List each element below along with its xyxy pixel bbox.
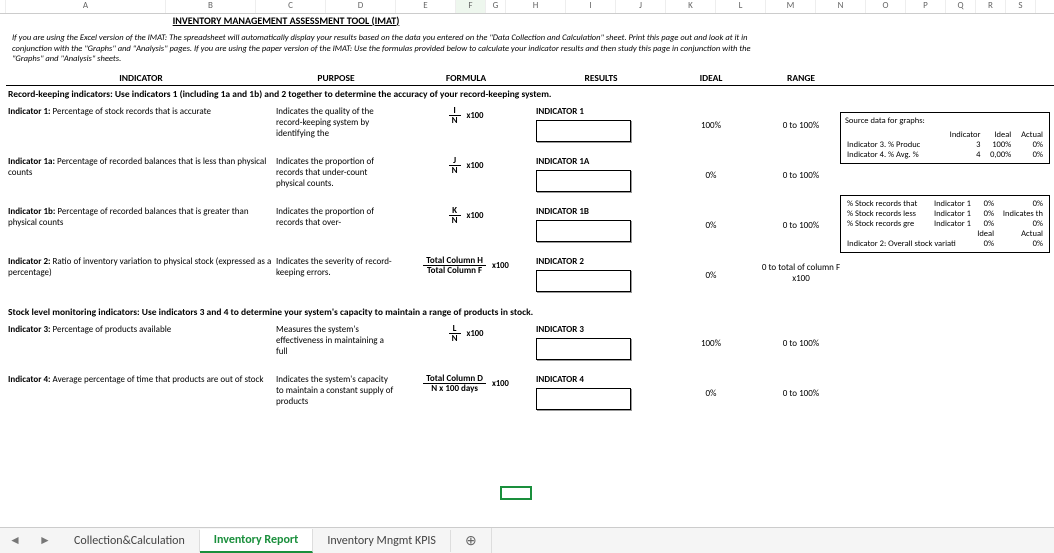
ind1-label: Indicator 1: (8, 106, 51, 117)
ind1b-purpose: Indicates the proportion of records that… (276, 206, 396, 228)
ind2-result-box[interactable] (536, 270, 631, 292)
intro-text: If you are using the Excel version of th… (12, 33, 772, 65)
table-row: Indicator 4. % Avg. %40,00%0% (845, 150, 1045, 160)
col-E[interactable]: E (396, 0, 456, 13)
ind1a-label: Indicator 1a: (8, 156, 55, 167)
col-A[interactable]: A (6, 0, 166, 13)
ind1-formula: IN x100 (396, 106, 536, 126)
ind3-formula: LN x100 (396, 324, 536, 344)
table-row: % Stock records lessIndicator 10%Indicat… (845, 209, 1045, 219)
table-row: % Stock records greIndicator 10%0% (845, 219, 1045, 229)
tab-collection[interactable]: Collection&Calculation (60, 530, 200, 552)
col-M[interactable]: M (766, 0, 816, 13)
col-K[interactable]: K (666, 0, 716, 13)
ind1b-ideal: 0% (666, 206, 756, 231)
col-L[interactable]: L (716, 0, 766, 13)
table-row: % Stock records thatIndicator 10%0% (845, 199, 1045, 209)
ind1a-purpose: Indicates the proportion of records that… (276, 156, 396, 189)
section-recordkeeping: Record-keeping indicators: Use indicator… (8, 88, 1054, 100)
ind1a-result-label: INDICATOR 1A (536, 156, 666, 167)
col-G[interactable]: G (486, 0, 506, 13)
ind1b-label: Indicator 1b: (8, 206, 55, 217)
row-indicator-4: Indicator 4: Average percentage of time … (6, 374, 1054, 410)
ind3-desc: Percentage of products available (51, 324, 172, 335)
hdr-range: RANGE (756, 71, 846, 85)
ind1b-result-label: INDICATOR 1B (536, 206, 666, 217)
ind1a-result-box[interactable] (536, 170, 631, 192)
col-S[interactable]: S (1006, 0, 1036, 13)
tab-nav: ◄ ► (0, 533, 60, 548)
ind3-ideal: 100% (666, 324, 756, 349)
ind1b-formula: KN x100 (396, 206, 536, 226)
ind1-result-label: INDICATOR 1 (536, 106, 666, 117)
ind1a-range: 0 to 100% (756, 156, 846, 181)
ind1-range: 0 to 100% (756, 106, 846, 131)
ind1a-ideal: 0% (666, 156, 756, 181)
section-stocklevel: Stock level monitoring indicators: Use i… (8, 306, 1054, 318)
tab-kpis[interactable]: Inventory Mngmt KPIS (313, 530, 451, 552)
side1-title: Source data for graphs: (845, 116, 1045, 126)
table-row: Indicator 2: Overall stock variati0%0% (845, 239, 1045, 249)
ind1-purpose: Indicates the quality of the record-keep… (276, 106, 396, 139)
ind1-result-box[interactable] (536, 120, 631, 142)
ind2-range: 0 to total of column F x100 (756, 256, 846, 284)
col-R[interactable]: R (976, 0, 1006, 13)
ind3-range: 0 to 100% (756, 324, 846, 349)
col-P[interactable]: P (906, 0, 946, 13)
tab-prev-icon[interactable]: ◄ (9, 533, 21, 548)
side-stock-records: % Stock records thatIndicator 10%0% % St… (840, 195, 1050, 253)
worksheet: A B C D E F G H I J K L M N O P Q R S IN… (0, 0, 1054, 553)
hdr-results: RESULTS (536, 71, 666, 85)
col-N[interactable]: N (816, 0, 866, 13)
ind4-range: 0 to 100% (756, 374, 846, 399)
ind1-ideal: 100% (666, 106, 756, 131)
col-O[interactable]: O (866, 0, 906, 13)
ind1-desc: Percentage of stock records that is accu… (51, 106, 212, 117)
col-J[interactable]: J (616, 0, 666, 13)
ind2-formula: Total Column HTotal Column F x100 (396, 256, 536, 276)
ind3-label: Indicator 3: (8, 324, 51, 335)
ind4-result-box[interactable] (536, 388, 631, 410)
page-title: INVENTORY MANAGEMENT ASSESSMENT TOOL (IM… (6, 14, 566, 27)
tab-add-sheet[interactable]: ⊕ (451, 528, 492, 553)
col-Q[interactable]: Q (946, 0, 976, 13)
hdr-formula: FORMULA (396, 71, 536, 85)
ind4-result-label: INDICATOR 4 (536, 374, 666, 385)
ind2-result-label: INDICATOR 2 (536, 256, 666, 267)
active-cell[interactable] (500, 486, 532, 500)
ind3-result-label: INDICATOR 3 (536, 324, 666, 335)
ind1b-range: 0 to 100% (756, 206, 846, 231)
hdr-ideal: IDEAL (666, 71, 756, 85)
ind4-ideal: 0% (666, 374, 756, 399)
ind4-purpose: Indicates the system's capacity to maint… (276, 374, 396, 407)
side-source-data: Source data for graphs: IndicatorIdealAc… (840, 112, 1050, 164)
sheet-tabs: ◄ ► Collection&Calculation Inventory Rep… (0, 527, 1054, 553)
col-H[interactable]: H (506, 0, 566, 13)
ind4-label: Indicator 4: (8, 374, 51, 385)
row-indicator-3: Indicator 3: Percentage of products avai… (6, 324, 1054, 360)
hdr-indicator: INDICATOR (6, 71, 276, 85)
column-headers: A B C D E F G H I J K L M N O P Q R S (0, 0, 1054, 14)
hdr-purpose: PURPOSE (276, 71, 396, 85)
ind3-result-box[interactable] (536, 338, 631, 360)
ind2-label: Indicator 2: (8, 256, 51, 267)
col-D[interactable]: D (326, 0, 396, 13)
ind4-formula: Total Column DN x 100 days x100 (396, 374, 536, 394)
tab-next-icon[interactable]: ► (39, 533, 51, 548)
ind1b-result-box[interactable] (536, 220, 631, 242)
col-C[interactable]: C (256, 0, 326, 13)
col-F[interactable]: F (456, 0, 486, 13)
ind2-purpose: Indicates the severity of record-keeping… (276, 256, 396, 278)
tab-inventory-report[interactable]: Inventory Report (200, 529, 314, 553)
table-header-row: INDICATOR PURPOSE FORMULA RESULTS IDEAL … (6, 71, 1054, 86)
ind1a-formula: JN x100 (396, 156, 536, 176)
table-row: Indicator 3. % Produc3100%0% (845, 140, 1045, 150)
col-I[interactable]: I (566, 0, 616, 13)
col-B[interactable]: B (166, 0, 256, 13)
row-indicator-2: Indicator 2: Ratio of inventory variatio… (6, 256, 1054, 292)
ind4-desc: Average percentage of time that products… (51, 374, 264, 385)
ind2-ideal: 0% (666, 256, 756, 281)
ind3-purpose: Measures the system's effectiveness in m… (276, 324, 396, 357)
